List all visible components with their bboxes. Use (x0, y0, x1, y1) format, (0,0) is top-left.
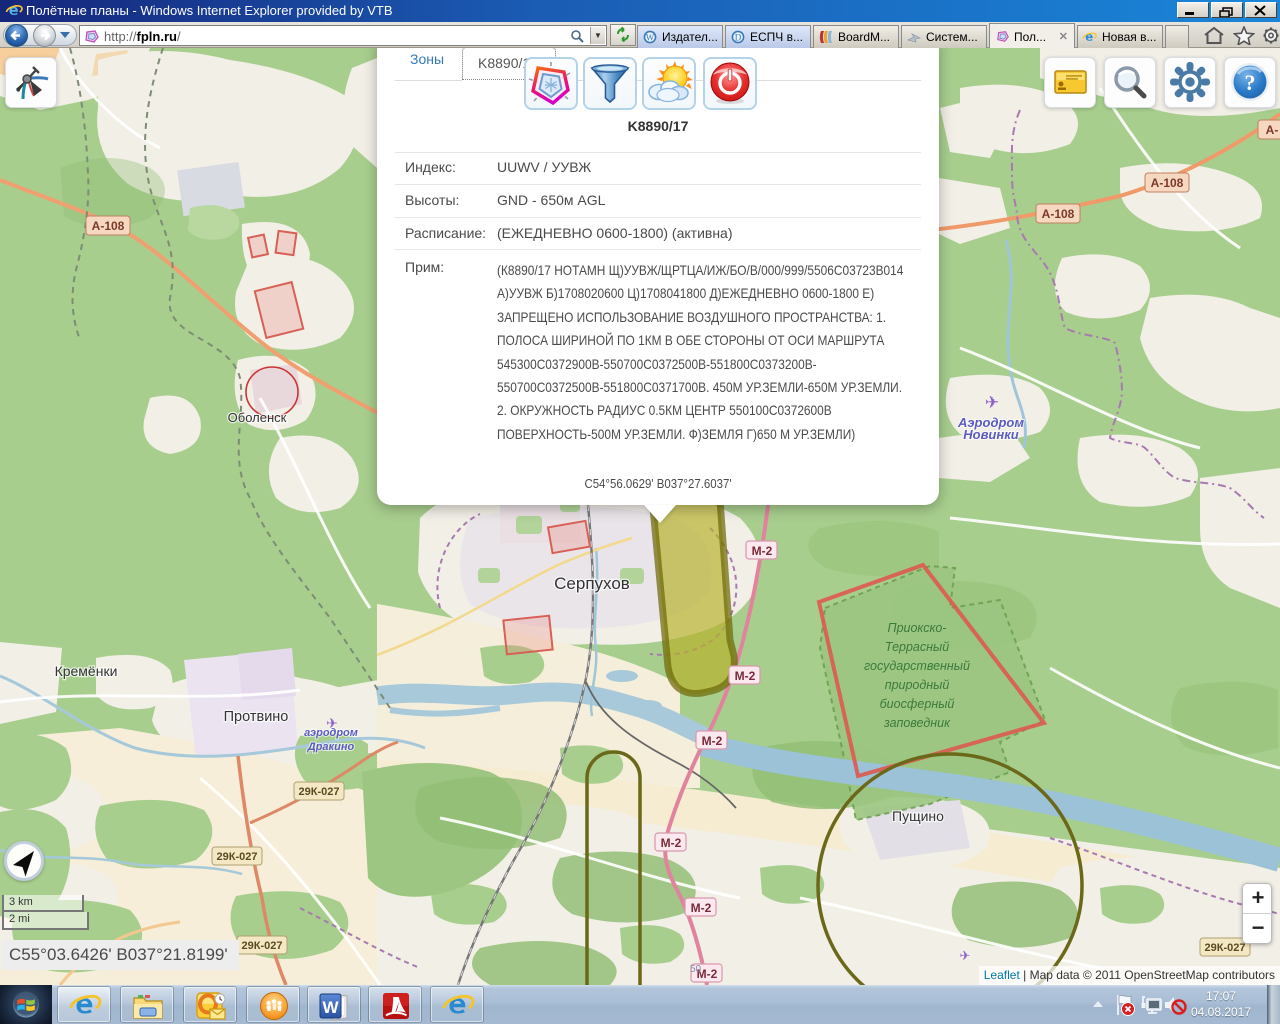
svg-text:М-2: М-2 (661, 836, 682, 850)
svg-text:А-: А- (1266, 123, 1279, 137)
svg-text:Кремёнки: Кремёнки (55, 663, 118, 679)
svg-text:А-108: А-108 (92, 219, 125, 233)
svg-text:государственный: государственный (864, 659, 970, 673)
svg-text:заповедник: заповедник (883, 716, 951, 730)
svg-text:М-2: М-2 (735, 669, 756, 683)
svg-text:биосферный: биосферный (880, 697, 955, 711)
svg-text:29К-027: 29К-027 (299, 786, 340, 798)
svg-text:М-2: М-2 (702, 734, 723, 748)
svg-text:✈: ✈ (960, 948, 971, 963)
svg-text:Приокско-: Приокско- (888, 621, 947, 635)
svg-text:29К-027: 29К-027 (217, 851, 258, 863)
svg-text:А-108: А-108 (1042, 207, 1075, 221)
svg-text:Дракино: Дракино (307, 741, 355, 753)
svg-text:М-2: М-2 (752, 544, 773, 558)
svg-text:29К-027: 29К-027 (242, 940, 283, 952)
svg-text:Новинки: Новинки (963, 427, 1019, 442)
svg-text:М-2: М-2 (691, 901, 712, 915)
svg-text:А-108: А-108 (1151, 176, 1184, 190)
svg-text:29К-027: 29К-027 (1205, 942, 1246, 954)
svg-text:Серпухов: Серпухов (554, 574, 630, 593)
svg-text:?: ? (1245, 70, 1256, 95)
svg-text:✈: ✈ (326, 715, 338, 731)
svg-text:Протвино: Протвино (224, 709, 289, 725)
svg-text:Террасный: Террасный (885, 640, 949, 654)
svg-text:природный: природный (885, 678, 950, 692)
svg-text:Пущино: Пущино (892, 808, 944, 824)
svg-text:D: D (735, 33, 742, 43)
svg-text:✈: ✈ (985, 393, 999, 412)
svg-text:Оболенск: Оболенск (228, 410, 287, 425)
svg-text:50: 50 (690, 964, 702, 975)
svg-text:W: W (646, 33, 655, 43)
svg-text:W: W (322, 998, 339, 1017)
